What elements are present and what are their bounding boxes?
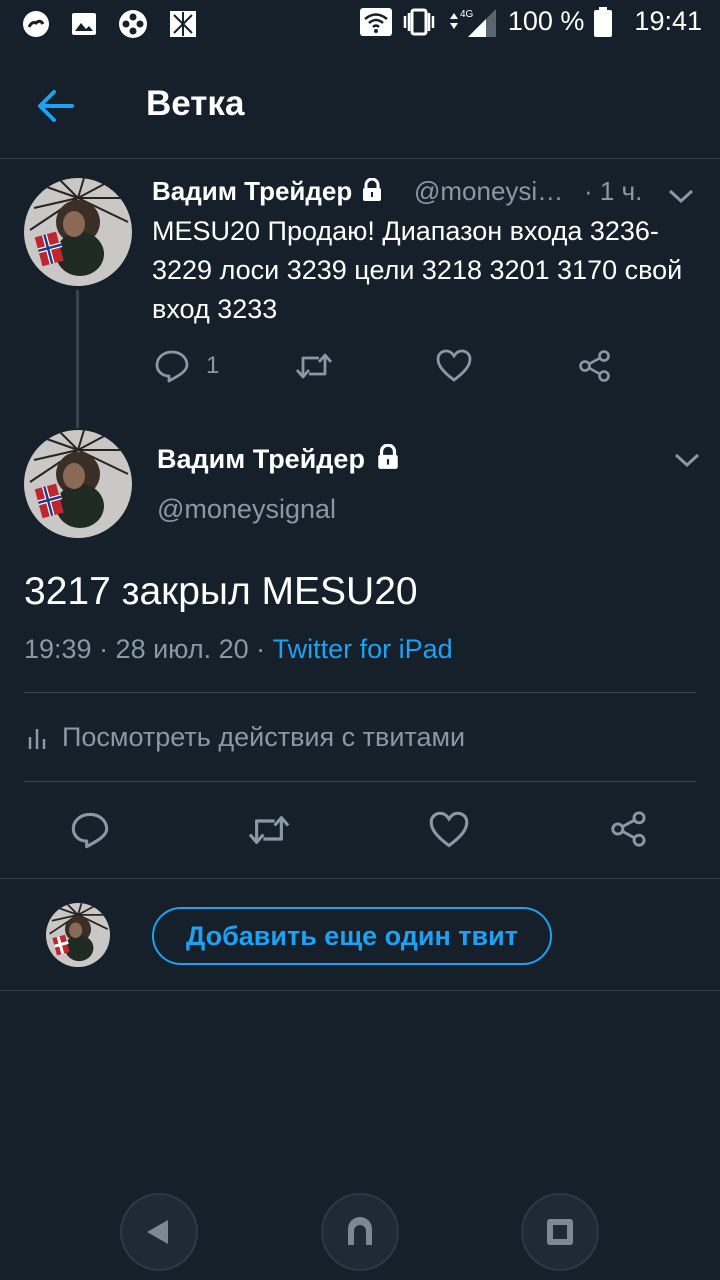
- parent-tweet-menu[interactable]: [666, 186, 696, 206]
- analytics-icon: [28, 728, 46, 749]
- tweet-timestamp: 19:39 · 28 июл. 20 ·: [24, 634, 273, 664]
- nav-recents-button[interactable]: [521, 1193, 599, 1271]
- parent-reply-button[interactable]: [154, 348, 190, 389]
- parent-retweet-button[interactable]: [295, 350, 333, 387]
- system-indicators: 4G 100 % 19:41: [359, 6, 702, 37]
- retweet-button[interactable]: [247, 812, 291, 853]
- share-icon: [611, 811, 646, 847]
- lock-icon: [363, 177, 382, 201]
- tweet-metadata: 19:39 · 28 июл. 20 · Twitter for iPad: [24, 634, 453, 665]
- divider: [24, 692, 696, 693]
- back-button[interactable]: [36, 86, 76, 126]
- clock: 19:41: [634, 6, 702, 36]
- app-notification-icon: [170, 11, 196, 37]
- reply-icon: [155, 350, 189, 383]
- avatar-image-icon: [24, 178, 132, 286]
- parent-tweet-text: MESU20 Продаю! Диапазон входа 3236-3229 …: [152, 216, 683, 324]
- like-icon: [429, 811, 469, 848]
- share-icon: [579, 350, 610, 382]
- main-tweet-menu[interactable]: [672, 450, 702, 470]
- retweet-icon: [295, 353, 333, 379]
- main-tweet-handle[interactable]: @moneysignal: [157, 494, 336, 525]
- signal-icon: 4G: [449, 8, 496, 37]
- reply-button[interactable]: [70, 810, 110, 855]
- network-type: 4G: [460, 9, 474, 20]
- notification-icons: [22, 9, 198, 39]
- thread-line: [76, 290, 79, 428]
- lock-icon: [378, 443, 399, 469]
- reply-count: 1: [206, 352, 220, 379]
- retweet-icon: [248, 816, 290, 844]
- battery-icon: [594, 6, 613, 37]
- page-title: Ветка: [146, 84, 245, 123]
- vibrate-icon: [403, 8, 435, 35]
- nav-back-icon: [147, 1220, 168, 1244]
- wifi-icon: [359, 7, 392, 36]
- header: Ветка: [0, 50, 720, 159]
- parent-like-button[interactable]: [436, 349, 472, 388]
- cloud-notification-icon: [23, 11, 49, 37]
- tweet-source-link[interactable]: Twitter for iPad: [273, 634, 453, 664]
- like-button[interactable]: [429, 811, 469, 854]
- battery-percent: 100 %: [507, 6, 585, 36]
- author-name: Вадим Трейдер: [152, 176, 353, 206]
- add-another-tweet-button[interactable]: Добавить еще один твит: [152, 907, 552, 965]
- system-nav-bar: [0, 1180, 720, 1280]
- avatar[interactable]: [46, 903, 110, 967]
- like-icon: [436, 349, 472, 382]
- chevron-down-icon: [674, 453, 700, 468]
- avatar-image-icon: [46, 903, 110, 967]
- film-notification-icon: [119, 10, 147, 38]
- nav-recents-icon: [547, 1219, 573, 1245]
- reply-icon: [71, 812, 109, 849]
- avatar[interactable]: [24, 178, 132, 286]
- status-bar: 4G 100 % 19:41: [0, 0, 720, 50]
- author-name: Вадим Трейдер: [157, 444, 365, 474]
- nav-home-icon: [348, 1217, 372, 1245]
- parent-tweet-author[interactable]: Вадим Трейдер: [152, 176, 383, 207]
- parent-tweet-time: · 1 ч.: [584, 176, 643, 206]
- avatar-image-icon: [24, 430, 132, 538]
- compose-section: Добавить еще один твит: [0, 878, 720, 991]
- nav-back-button[interactable]: [120, 1193, 198, 1271]
- image-notification-icon: [72, 13, 96, 35]
- view-tweet-activity[interactable]: Посмотреть действия с твитами: [24, 722, 465, 753]
- nav-home-button[interactable]: [321, 1193, 399, 1271]
- main-tweet-author[interactable]: Вадим Трейдер: [157, 443, 400, 475]
- divider: [24, 781, 696, 782]
- parent-tweet-handle[interactable]: @moneysi…: [414, 176, 563, 207]
- parent-share-button[interactable]: [578, 349, 612, 388]
- chevron-down-icon: [668, 189, 694, 204]
- back-arrow-icon: [38, 90, 74, 122]
- main-tweet-text: 3217 закрыл MESU20: [24, 570, 418, 613]
- share-button[interactable]: [610, 810, 648, 853]
- activity-label: Посмотреть действия с твитами: [62, 722, 466, 752]
- avatar[interactable]: [24, 430, 132, 538]
